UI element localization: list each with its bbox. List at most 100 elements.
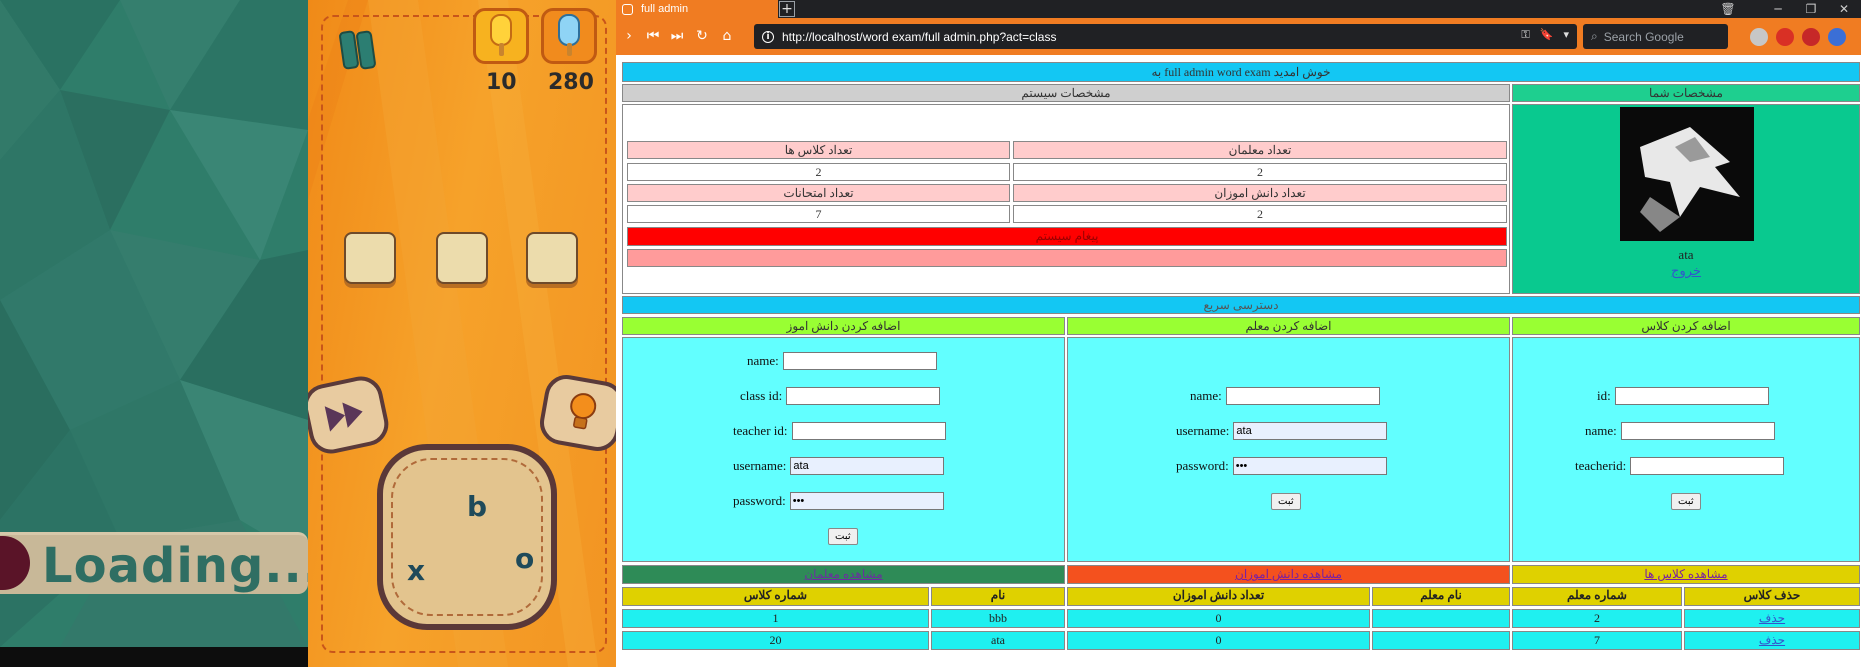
class-id-input[interactable]: [1614, 387, 1769, 405]
letter-tile-x[interactable]: x: [407, 554, 425, 587]
teacher-username-label: username:: [1176, 423, 1230, 438]
coin-score: 280: [548, 70, 594, 95]
profile-icon[interactable]: [1750, 28, 1768, 46]
forward-icon[interactable]: ›: [618, 25, 640, 47]
class-teacherid-input[interactable]: [1630, 457, 1785, 475]
minimize-button[interactable]: ─: [1763, 0, 1793, 18]
search-box[interactable]: ⌕ Search Google: [1583, 24, 1728, 49]
close-button[interactable]: ✕: [1829, 0, 1859, 18]
rewind-icon[interactable]: ⏮: [642, 25, 664, 47]
notification-icon[interactable]: [1776, 28, 1794, 46]
puzzle-extension-icon[interactable]: [1828, 28, 1846, 46]
welcome-banner: به full admin word exam خوش امدید: [622, 62, 1860, 82]
tab-bar: full admin + 🗑 ─ ❐ ✕: [616, 0, 1861, 18]
browser-toolbar: › ⏮ ⏭ ↻ ⌂ i http://localhost/word exam/f…: [616, 18, 1861, 55]
delete-class-link[interactable]: حذف: [1684, 631, 1860, 650]
student-name-input[interactable]: [782, 352, 937, 370]
student-teacherid-input[interactable]: [791, 422, 946, 440]
add-teacher-form: name: username: password: ثبت: [1067, 337, 1510, 562]
fast-forward-nav-icon[interactable]: ⏭: [666, 25, 688, 47]
key-icon[interactable]: ⚿: [1521, 28, 1529, 42]
teacher-name-input[interactable]: [1225, 387, 1380, 405]
student-classid-row: class id:: [740, 387, 941, 405]
pause-icon: [339, 30, 376, 70]
students-count-value: 2: [1013, 205, 1507, 223]
table-cell: ata: [931, 631, 1065, 650]
view-students-link[interactable]: مشاهده دانش اموزان: [1067, 565, 1510, 584]
logout-link[interactable]: خروج: [1513, 263, 1859, 279]
answer-slot-2[interactable]: [436, 232, 488, 284]
add-student-submit-button[interactable]: ثبت: [828, 528, 858, 545]
table-cell: [1372, 609, 1510, 628]
answer-slot-1[interactable]: [344, 232, 396, 284]
address-bar[interactable]: i http://localhost/word exam/full admin.…: [754, 24, 1577, 49]
letter-tile-b[interactable]: b: [467, 490, 487, 523]
teacher-name-label: name:: [1190, 388, 1222, 403]
trash-icon[interactable]: 🗑: [1713, 0, 1743, 18]
student-name-row: name:: [747, 352, 937, 370]
add-class-form: id: name: teacherid: ثبت: [1512, 337, 1860, 562]
browser-window: full admin + 🗑 ─ ❐ ✕ › ⏮ ⏭ ↻ ⌂ i http://…: [616, 0, 1861, 667]
teacher-password-row: password:: [1176, 457, 1387, 475]
student-username-label: username:: [733, 458, 787, 473]
teachers-col-name: نام: [931, 587, 1065, 606]
view-teachers-link[interactable]: مشاهده معلمان: [622, 565, 1065, 584]
teacher-password-input[interactable]: [1232, 457, 1387, 475]
letter-pad: b x o: [377, 444, 557, 630]
add-class-submit-button[interactable]: ثبت: [1671, 493, 1701, 510]
teacher-password-label: password:: [1176, 458, 1229, 473]
teachers-col-class-number: شماره کلاس: [622, 587, 929, 606]
classes-count-value: 2: [627, 163, 1010, 181]
table-cell: 1: [622, 609, 929, 628]
popsicle-shop-button[interactable]: [541, 8, 597, 64]
user-info-panel: ata خروج: [1512, 104, 1860, 294]
screen: Loading... 10 280 b x o full admin + 🗑 ─…: [0, 0, 1861, 667]
game-panel: 10 280 b x o: [308, 0, 616, 667]
reload-icon[interactable]: ↻: [691, 25, 713, 47]
teachers-count-value: 2: [1013, 163, 1507, 181]
address-bar-actions: ⚿ 🔖 ▾: [1521, 28, 1569, 42]
teachers-count-label: تعداد معلمان: [1013, 141, 1507, 159]
shield-extension-icon[interactable]: [1802, 28, 1820, 46]
table-cell: 20: [622, 631, 929, 650]
search-placeholder: Search Google: [1603, 29, 1684, 44]
popsicle-reward-button[interactable]: [473, 8, 529, 64]
bottom-strip: [0, 647, 308, 667]
pause-button[interactable]: [338, 28, 378, 72]
quick-access-header: دسترسی سریع: [622, 296, 1860, 314]
student-teacherid-label: teacher id:: [733, 423, 788, 438]
table-cell: bbb: [931, 609, 1065, 628]
system-info-panel: تعداد کلاس ها تعداد معلمان 2 2 تعداد امت…: [622, 104, 1510, 294]
classes-count-label: تعداد کلاس ها: [627, 141, 1010, 159]
table-cell: 2: [1512, 609, 1682, 628]
url-text: http://localhost/word exam/full admin.ph…: [782, 29, 1057, 44]
home-icon[interactable]: ⌂: [716, 25, 738, 47]
answer-slot-3[interactable]: [526, 232, 578, 284]
system-message-body: [627, 249, 1507, 267]
student-password-input[interactable]: [789, 492, 944, 510]
table-cell: [1372, 631, 1510, 650]
student-username-input[interactable]: [790, 457, 945, 475]
class-id-label: id:: [1597, 388, 1611, 403]
student-classid-input[interactable]: [786, 387, 941, 405]
system-message-header: پیغام سیستم: [627, 227, 1507, 246]
bookmark-icon[interactable]: 🔖: [1540, 28, 1554, 42]
class-name-row: name:: [1585, 422, 1775, 440]
new-tab-button[interactable]: +: [779, 1, 795, 17]
classes-col-delete: حذف کلاس: [1684, 587, 1860, 606]
class-name-input[interactable]: [1620, 422, 1775, 440]
dropdown-icon[interactable]: ▾: [1563, 28, 1569, 42]
add-student-form: name: class id: teacher id: username: pa…: [622, 337, 1065, 562]
tab-full-admin[interactable]: full admin: [616, 0, 778, 18]
restore-button[interactable]: ❐: [1796, 0, 1826, 18]
tab-title: full admin: [641, 3, 689, 15]
delete-class-link[interactable]: حذف: [1684, 609, 1860, 628]
view-classes-link[interactable]: مشاهده کلاس ها: [1512, 565, 1860, 584]
teacher-username-row: username:: [1176, 422, 1388, 440]
add-teacher-submit-button[interactable]: ثبت: [1271, 493, 1301, 510]
table-cell: 0: [1067, 631, 1370, 650]
teacher-username-input[interactable]: [1233, 422, 1388, 440]
student-username-row: username:: [733, 457, 945, 475]
letter-tile-o[interactable]: o: [515, 542, 534, 575]
username: ata: [1678, 247, 1694, 262]
